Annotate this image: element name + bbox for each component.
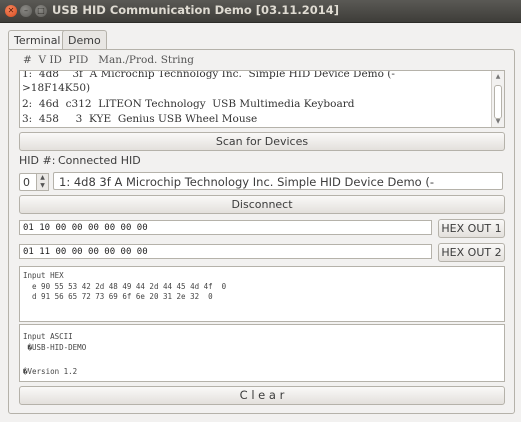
input-ascii-box[interactable]: Input ASCII �USB-HID-DEMO �Version 1.2 <box>19 324 505 382</box>
input-ascii-line-2: �Version 1.2 <box>23 367 78 376</box>
scroll-down-icon[interactable]: ▼ <box>494 118 502 125</box>
maximize-icon[interactable]: □ <box>35 5 47 17</box>
close-icon[interactable]: ✕ <box>5 5 17 17</box>
hid-index-spinner[interactable]: 0 ▲ ▼ <box>19 173 49 191</box>
disconnect-button[interactable]: Disconnect <box>19 195 505 214</box>
input-ascii-line-1: �USB-HID-DEMO <box>23 343 87 352</box>
tab-terminal[interactable]: Terminal <box>8 30 67 51</box>
input-ascii-title: Input ASCII <box>23 332 73 341</box>
hex-out-1-button[interactable]: HEX OUT 1 <box>438 219 505 238</box>
terminal-panel: # V ID PID Man./Prod. String 1: 4d8 3f A… <box>8 49 515 414</box>
hid-label: HID #: <box>19 154 56 167</box>
selected-device-field[interactable]: 1: 4d8 3f A Microchip Technology Inc. Si… <box>53 172 503 207</box>
hex-out-1-input[interactable]: 01 10 00 00 00 00 00 00 <box>19 220 432 235</box>
list-item[interactable]: >18F14K50) <box>22 82 90 94</box>
connected-hid-label: Connected HID <box>58 154 141 167</box>
scroll-up-icon[interactable]: ▲ <box>494 73 502 80</box>
list-item[interactable]: 1: 4d8 3f A Microchip Technology Inc. Si… <box>22 71 395 80</box>
title-bar: ✕ – □ USB HID Communication Demo [03.11.… <box>0 0 521 23</box>
spinner-arrows-icon[interactable]: ▲ ▼ <box>37 173 49 191</box>
device-list-header: # V ID PID Man./Prod. String <box>23 54 195 66</box>
device-list-scrollbar[interactable]: ▲ ▼ <box>491 71 504 127</box>
list-item[interactable]: 2: 46d c312 LITEON Technology USB Multim… <box>22 98 354 110</box>
tab-demo[interactable]: Demo <box>62 30 107 50</box>
hex-out-2-button[interactable]: HEX OUT 2 <box>438 243 505 262</box>
scan-for-devices-button[interactable]: Scan for Devices <box>19 132 505 151</box>
scroll-thumb[interactable] <box>494 85 502 119</box>
minimize-icon[interactable]: – <box>20 5 32 17</box>
hid-index-value[interactable]: 0 <box>19 173 37 191</box>
hex-out-2-input[interactable]: 01 11 00 00 00 00 00 00 <box>19 244 432 259</box>
input-hex-title: Input HEX <box>23 271 64 280</box>
device-list[interactable]: 1: 4d8 3f A Microchip Technology Inc. Si… <box>19 70 505 128</box>
clear-button[interactable]: C l e a r <box>19 386 505 405</box>
input-hex-line-1: e 90 55 53 42 2d 48 49 44 2d 44 45 4d 4f… <box>23 282 227 291</box>
input-hex-line-2: d 91 56 65 72 73 69 6f 6e 20 31 2e 32 0 <box>23 292 213 301</box>
list-item[interactable]: 3: 458 3 KYE Genius USB Wheel Mouse <box>22 113 257 125</box>
input-hex-box[interactable]: Input HEX e 90 55 53 42 2d 48 49 44 2d 4… <box>19 266 505 322</box>
window-title: USB HID Communication Demo [03.11.2014] <box>52 3 340 17</box>
